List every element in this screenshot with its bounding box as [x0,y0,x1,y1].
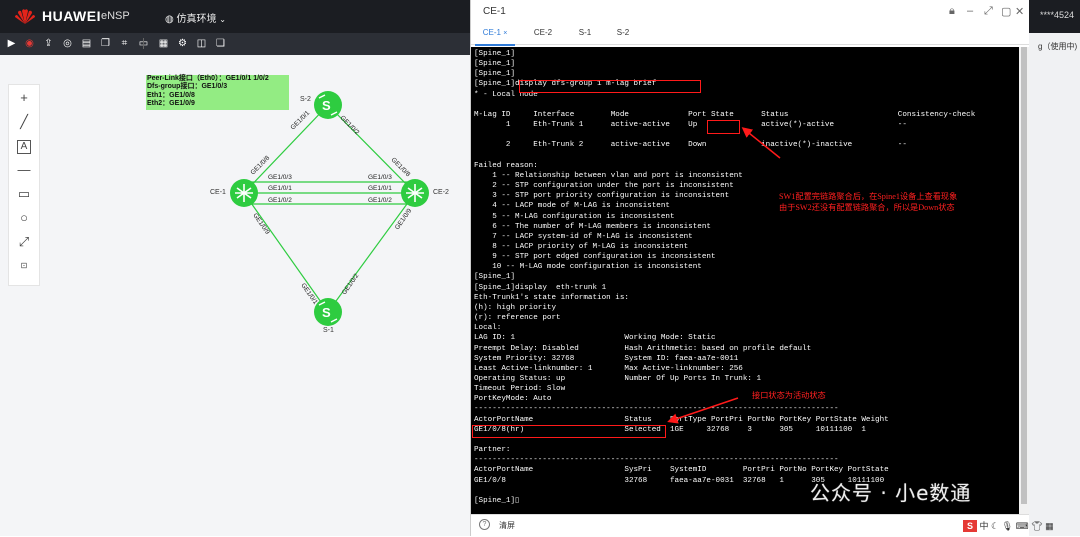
ime-label[interactable]: 中 [980,521,989,531]
annotation-text: 接口状态为活动状态 [752,391,826,400]
annotation-text: 由于SW2还没有配置链路聚合，所以是Down状态 [779,203,955,212]
keyboard-icon[interactable]: ⌨ [1016,521,1029,531]
system-tray: S 中 ☾ 🎙︎ ⌨ 👕︎ ▦ [963,519,1054,533]
annotation-text: SW1配置完链路聚合后，在Spine1设备上查看现象 [779,192,958,201]
sogou-icon[interactable]: S [963,520,977,532]
annotation-arrows [667,127,781,424]
watermark: 公众号 · 小e数通 [810,481,972,505]
grid-icon[interactable]: ▦ [1045,521,1054,531]
mic-icon[interactable]: 🎙︎ [1002,521,1013,531]
shirt-icon[interactable]: 👕︎ [1031,521,1042,531]
moon-icon[interactable]: ☾ [991,521,999,531]
